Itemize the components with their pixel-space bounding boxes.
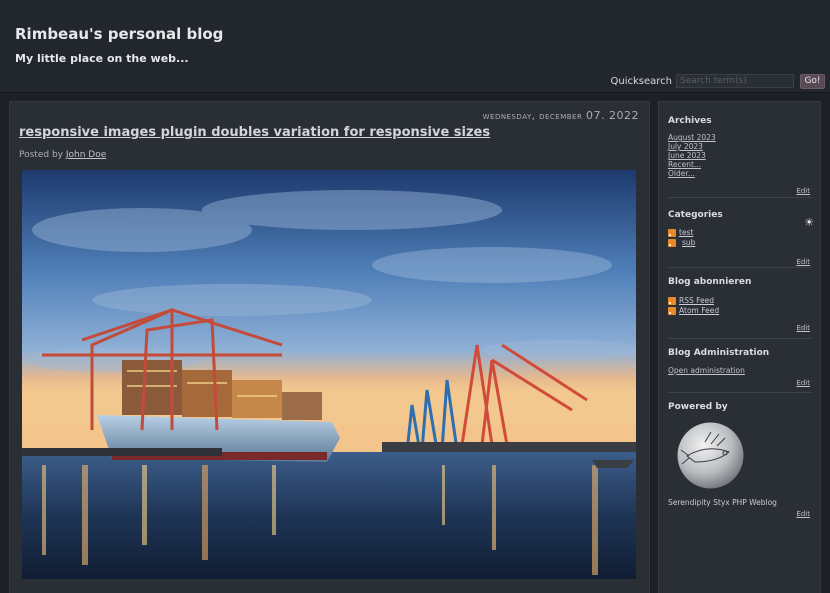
archives-section: Archives August 2023 July 2023 June 2023… xyxy=(668,116,812,198)
archives-edit-link[interactable]: Edit xyxy=(796,187,810,195)
subscribe-title: Blog abonnieren xyxy=(668,277,752,287)
rss-icon[interactable] xyxy=(668,239,676,247)
entry-date: Wednesday, December 07. 2022 xyxy=(483,109,639,122)
admin-section: Blog Administration Open administration … xyxy=(668,348,812,393)
archives-title: Archives xyxy=(668,116,712,126)
archive-link[interactable]: Older... xyxy=(668,169,812,178)
admin-links: Open administration xyxy=(668,366,812,375)
category-item: sub xyxy=(668,238,812,248)
serendipity-logo-graphic xyxy=(677,422,744,489)
posted-by-label: Posted by xyxy=(19,150,63,160)
main-content: Wednesday, December 07. 2022 responsive … xyxy=(9,101,650,593)
feed-item: RSS Feed xyxy=(668,296,812,306)
categories-section: Categories test sub Edit xyxy=(668,210,812,268)
categories-edit-link[interactable]: Edit xyxy=(796,258,810,266)
open-admin-link[interactable]: Open administration xyxy=(668,366,812,375)
quicksearch-form: Quicksearch Go! xyxy=(610,73,825,89)
subscribe-edit-link[interactable]: Edit xyxy=(796,324,810,332)
sun-icon[interactable]: ☀ xyxy=(802,216,816,230)
atom-feed-link[interactable]: Atom Feed xyxy=(679,306,719,316)
categories-list: test sub xyxy=(668,228,812,248)
category-item: test xyxy=(668,228,812,238)
category-link[interactable]: test xyxy=(679,228,693,238)
powered-caption: Serendipity Styx PHP Weblog xyxy=(668,498,777,507)
entry-title-link[interactable]: responsive images plugin doubles variati… xyxy=(19,125,490,140)
powered-title: Powered by xyxy=(668,402,728,412)
entry-date-prefix: Wednesday, December xyxy=(482,111,583,122)
site-description: My little place on the web... xyxy=(15,52,189,65)
quicksearch-label: Quicksearch xyxy=(610,75,673,87)
powered-edit-link[interactable]: Edit xyxy=(796,510,810,518)
entry-date-day: 07. 2022 xyxy=(586,109,639,122)
archives-list: August 2023 July 2023 June 2023 Recent..… xyxy=(668,133,812,178)
rss-icon xyxy=(668,307,676,315)
sidebar: Archives August 2023 July 2023 June 2023… xyxy=(658,101,821,593)
serendipity-logo[interactable] xyxy=(677,422,744,489)
admin-title: Blog Administration xyxy=(668,348,770,358)
search-input[interactable] xyxy=(676,74,794,88)
search-go-button[interactable]: Go! xyxy=(800,73,825,89)
subscribe-section: Blog abonnieren RSS Feed Atom Feed Edit xyxy=(668,277,812,339)
archive-link[interactable]: August 2023 xyxy=(668,133,812,142)
harbor-illustration xyxy=(22,170,636,579)
archive-link[interactable]: July 2023 xyxy=(668,142,812,151)
archive-link[interactable]: Recent... xyxy=(668,160,812,169)
rss-icon[interactable] xyxy=(668,229,676,237)
rss-icon xyxy=(668,297,676,305)
site-header: Rimbeau's personal blog My little place … xyxy=(0,0,830,93)
categories-title: Categories xyxy=(668,210,723,220)
rss-feed-link[interactable]: RSS Feed xyxy=(679,296,714,306)
feed-item: Atom Feed xyxy=(668,306,812,316)
entry-author-line: Posted by John Doe xyxy=(19,150,106,160)
category-link[interactable]: sub xyxy=(682,238,695,248)
feed-list: RSS Feed Atom Feed xyxy=(668,296,812,316)
admin-edit-link[interactable]: Edit xyxy=(796,379,810,387)
archive-link[interactable]: June 2023 xyxy=(668,151,812,160)
author-link[interactable]: John Doe xyxy=(66,150,106,160)
entry-image-harbor xyxy=(22,170,636,579)
site-title[interactable]: Rimbeau's personal blog xyxy=(15,25,223,43)
